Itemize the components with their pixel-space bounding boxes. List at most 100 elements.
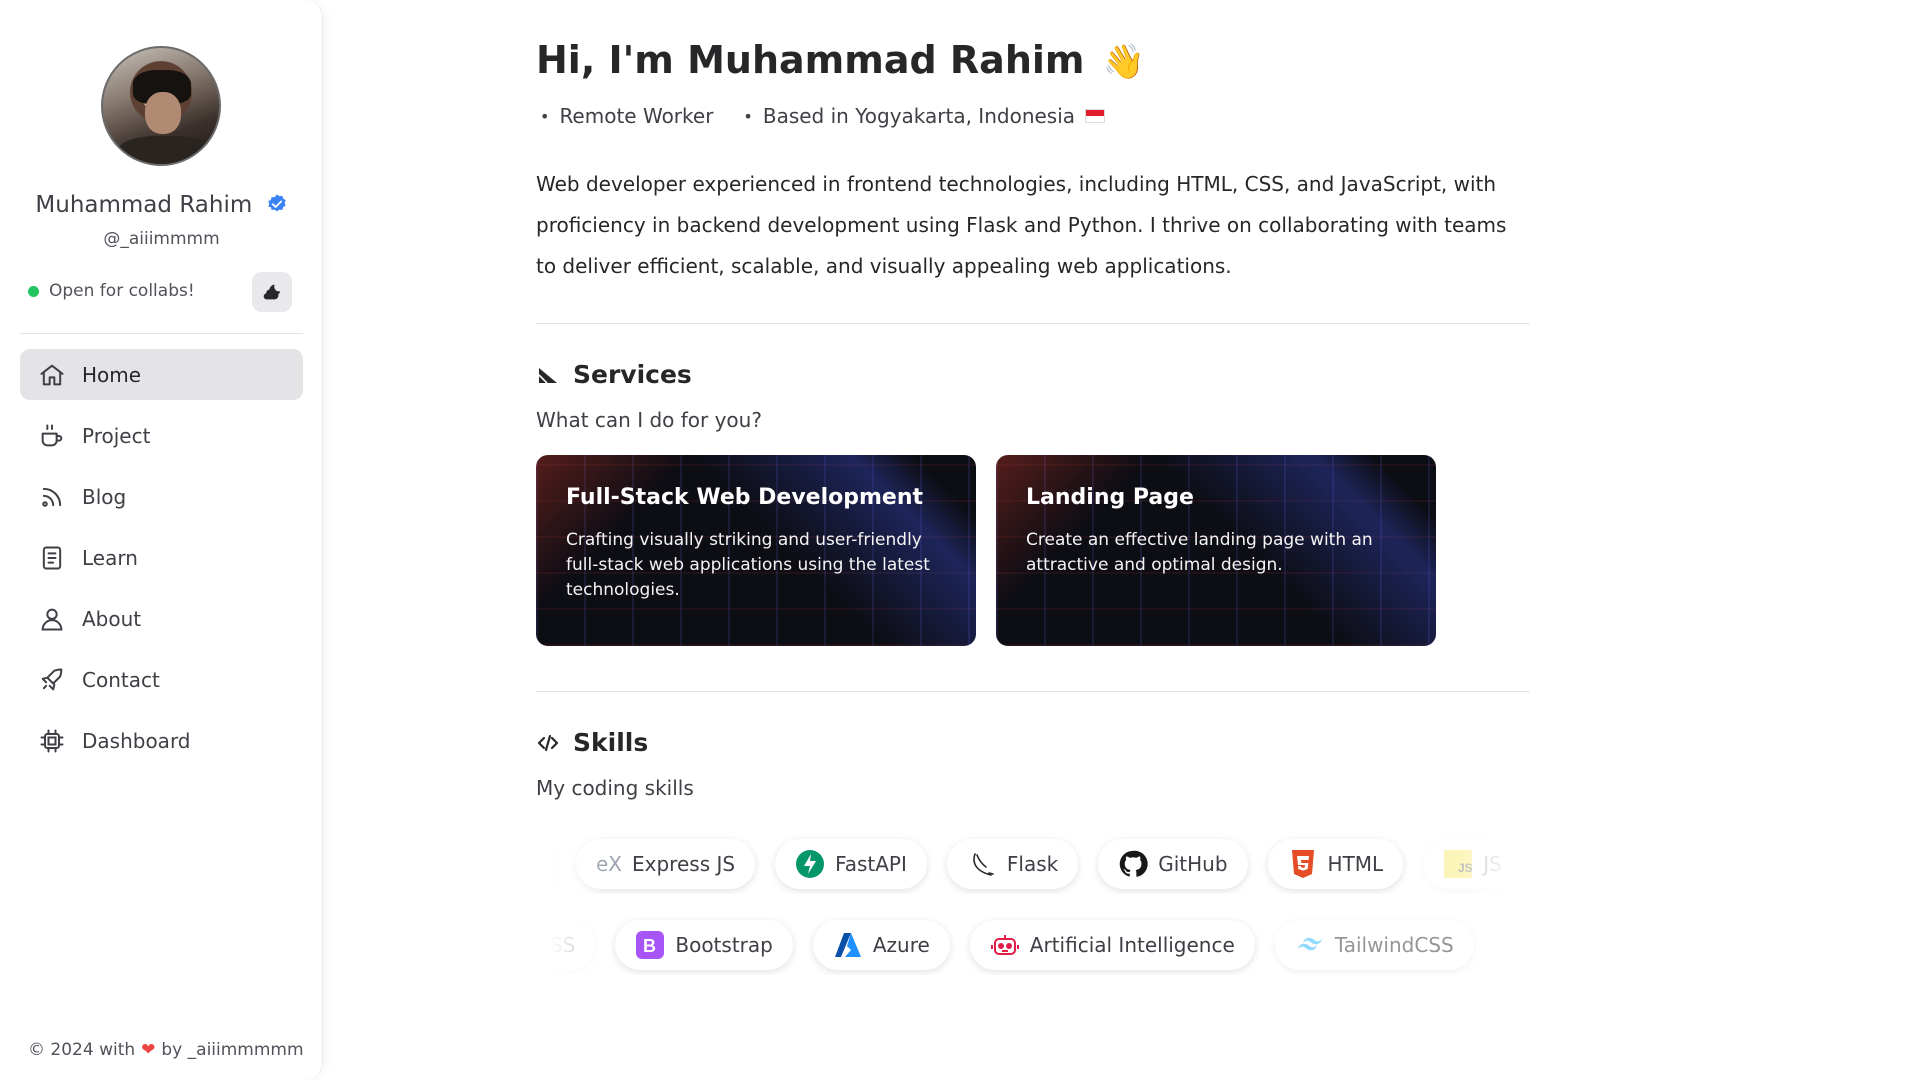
skill-chip-express[interactable]: eX Express JS xyxy=(576,839,756,889)
coffee-icon xyxy=(41,424,63,446)
cloud-moon-icon xyxy=(263,284,281,300)
skill-label: Express JS xyxy=(632,852,736,876)
heart-icon: ❤ xyxy=(141,1040,156,1060)
rocket-icon xyxy=(41,668,63,690)
bootstrap-icon: B xyxy=(635,930,665,960)
bullet-icon: • xyxy=(743,106,753,126)
profile-name-text: Muhammad Rahim xyxy=(35,192,253,218)
waving-hand-icon: 👋 xyxy=(1102,42,1145,82)
collab-status-text: Open for collabs! xyxy=(49,281,195,301)
nav-item-about[interactable]: About xyxy=(20,593,303,644)
nav-label: Home xyxy=(82,362,142,387)
nav-label: Learn xyxy=(82,545,138,570)
skill-label: Bootstrap xyxy=(675,933,773,957)
footer-prefix: © 2024 with xyxy=(28,1040,136,1060)
services-title: Services xyxy=(573,360,692,389)
skills-heading: Skills xyxy=(536,728,648,757)
sidebar-divider xyxy=(20,333,303,334)
skill-label: HTML xyxy=(1327,852,1384,876)
javascript-icon: JS xyxy=(1443,849,1473,879)
skill-chip-ai[interactable]: Artificial Intelligence xyxy=(969,920,1255,970)
user-icon xyxy=(41,608,63,630)
service-card-title: Full-Stack Web Development xyxy=(566,485,924,510)
section-divider xyxy=(536,691,1530,692)
skills-marquee-row-1: eX Express JS FastAPI Flask GitHub HTML … xyxy=(536,834,1530,894)
service-card-desc: Crafting visually striking and user-frie… xyxy=(566,530,930,600)
notebook-icon xyxy=(42,546,62,569)
skill-chip-fastapi[interactable]: FastAPI xyxy=(775,839,927,889)
robot-icon xyxy=(990,930,1020,960)
nav-label: Blog xyxy=(82,484,127,509)
skill-chip-bootstrap[interactable]: B Bootstrap xyxy=(615,920,793,970)
skill-label: TailwindCSS xyxy=(1334,933,1454,957)
avatar[interactable] xyxy=(101,46,221,166)
skills-subtitle: My coding skills xyxy=(536,776,694,800)
skill-chip-github[interactable]: GitHub xyxy=(1098,839,1248,889)
verified-badge-icon xyxy=(267,194,286,212)
skill-chip-tailwind[interactable]: TailwindCSS xyxy=(1274,920,1474,970)
github-icon xyxy=(1118,849,1148,879)
profile-handle: @_aiiimmmm xyxy=(103,229,220,249)
services-heading: Services xyxy=(536,360,692,389)
bullet-icon: • xyxy=(540,106,550,126)
hero-meta: • Remote Worker • Based in Yogyakarta, I… xyxy=(540,104,1106,128)
skills-title: Skills xyxy=(573,728,649,757)
nav-item-learn[interactable]: Learn xyxy=(20,532,303,583)
skill-chip-partial xyxy=(536,839,556,889)
nav-label: Dashboard xyxy=(82,728,191,753)
cpu-icon xyxy=(40,729,64,752)
fastapi-icon xyxy=(795,849,825,879)
skill-label: Azure xyxy=(872,933,930,957)
skill-chip-html[interactable]: HTML xyxy=(1267,839,1404,889)
html5-icon xyxy=(1288,849,1318,879)
service-card-title: Landing Page xyxy=(1026,485,1194,510)
rss-icon xyxy=(42,487,62,507)
bio-text: Web developer experienced in frontend te… xyxy=(536,172,1507,278)
service-card-desc: Create an effective landing page with an… xyxy=(1026,530,1373,575)
home-icon xyxy=(40,364,64,385)
sidebar-nav: Home Project Blog Learn About Contact Da… xyxy=(20,349,303,776)
service-card-fullstack[interactable]: Full-Stack Web Development Crafting visu… xyxy=(536,455,976,646)
express-icon: eX xyxy=(596,852,623,876)
meta-location: Based in Yogyakarta, Indonesia xyxy=(762,104,1076,128)
footer-credit: © 2024 with ❤ by _aiiimmmmm xyxy=(28,1040,304,1060)
nav-label: Contact xyxy=(82,667,160,692)
sidebar: Muhammad Rahim @_aiiimmmm Open for colla… xyxy=(0,0,323,1080)
page-title-text: Hi, I'm Muhammad Rahim xyxy=(536,38,1085,82)
flask-icon xyxy=(967,849,997,879)
collab-status: Open for collabs! xyxy=(28,281,195,301)
svg-text:JS: JS xyxy=(1458,861,1472,875)
skill-chip-azure[interactable]: Azure xyxy=(812,920,950,970)
service-card-landing[interactable]: Landing Page Create an effective landing… xyxy=(996,455,1436,646)
nav-item-project[interactable]: Project xyxy=(20,410,303,461)
skill-label: Flask xyxy=(1006,852,1059,876)
skill-chip-css[interactable]: CSS xyxy=(536,920,596,970)
footer-suffix: by _aiiimmmmm xyxy=(161,1040,304,1060)
skill-chip-flask[interactable]: Flask xyxy=(946,839,1079,889)
skill-label: CSS xyxy=(536,933,576,957)
status-dot-icon xyxy=(28,285,39,297)
skill-label: GitHub xyxy=(1158,852,1228,876)
nav-label: About xyxy=(82,606,142,631)
nav-item-home[interactable]: Home xyxy=(20,349,303,400)
svg-text:B: B xyxy=(643,936,656,956)
theme-toggle-button[interactable] xyxy=(252,272,292,312)
tailwind-icon xyxy=(1295,930,1325,960)
nav-item-dashboard[interactable]: Dashboard xyxy=(20,715,303,766)
azure-icon xyxy=(833,930,863,960)
services-subtitle: What can I do for you? xyxy=(536,408,762,432)
meta-remote: Remote Worker xyxy=(559,104,714,128)
nav-item-contact[interactable]: Contact xyxy=(20,654,303,705)
skill-label: Artificial Intelligence xyxy=(1029,933,1235,957)
skill-label: FastAPI xyxy=(835,852,907,876)
nav-item-blog[interactable]: Blog xyxy=(20,471,303,522)
code-icon xyxy=(537,734,559,751)
services-icon xyxy=(538,367,557,384)
skills-marquee-row-2: CSS B Bootstrap Azure Artificial Intelli… xyxy=(536,915,1530,975)
skill-chip-js[interactable]: JS JS xyxy=(1423,839,1522,889)
skill-label: JS xyxy=(1483,852,1502,876)
section-divider xyxy=(536,323,1530,324)
nav-label: Project xyxy=(82,423,151,448)
page-title: Hi, I'm Muhammad Rahim 👋 xyxy=(536,38,1145,82)
indonesia-flag-icon xyxy=(1085,109,1106,123)
